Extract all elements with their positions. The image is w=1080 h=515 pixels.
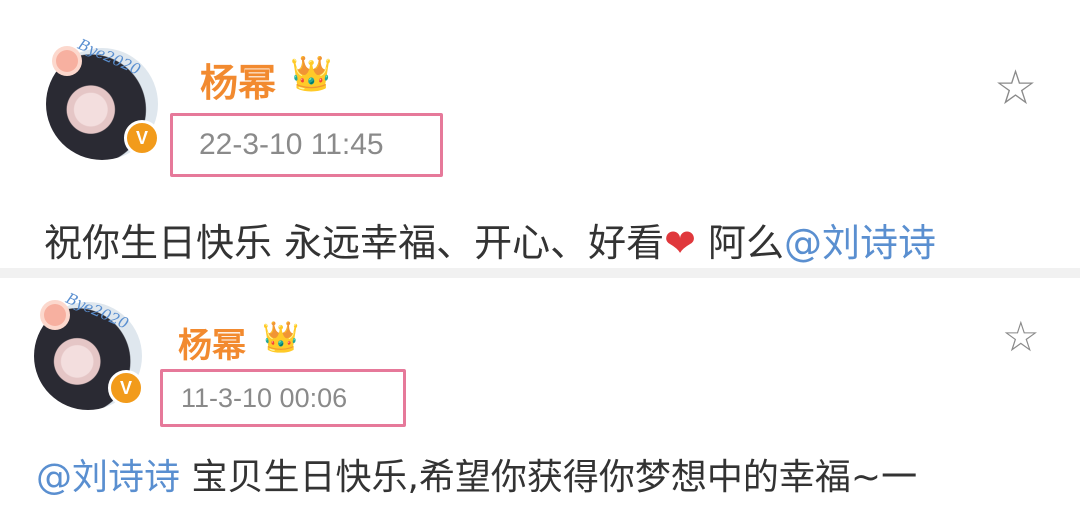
post-text-main: 宝贝生日快乐,希望你获得你梦想中的幸福~一 — [180, 457, 918, 498]
post-text: @刘诗诗 宝贝生日快乐,希望你获得你梦想中的幸福~一 — [36, 448, 917, 500]
post-timestamp: 22-3-10 11:45 — [170, 113, 443, 177]
flower-decoration — [44, 304, 66, 326]
heart-icon: ❤ — [664, 221, 696, 265]
avatar[interactable]: Bye2020 V — [34, 289, 144, 410]
crown-icon: 👑 — [290, 54, 333, 94]
weibo-post: Bye2020 V 杨幂 👑 22-3-10 11:45 ☆ 祝你生日快乐 永远… — [0, 0, 1080, 268]
verified-badge-icon: V — [108, 370, 144, 406]
post-text-nickname: 阿么 — [695, 221, 785, 265]
post-text-main: 祝你生日快乐 永远幸福、开心、好看 — [44, 221, 665, 265]
post-text: 祝你生日快乐 永远幸福、开心、好看❤ 阿么@刘诗诗 — [44, 212, 936, 267]
star-icon[interactable]: ☆ — [1002, 312, 1040, 361]
verified-badge-icon: V — [124, 120, 160, 156]
post-timestamp: 11-3-10 00:06 — [160, 369, 406, 427]
post-divider — [0, 268, 1080, 278]
avatar[interactable]: Bye2020 V — [46, 35, 160, 160]
username[interactable]: 杨幂 — [178, 318, 246, 367]
username[interactable]: 杨幂 — [200, 52, 276, 107]
star-icon[interactable]: ☆ — [994, 60, 1037, 116]
mention-link[interactable]: @刘诗诗 — [36, 457, 180, 498]
mention-link[interactable]: @刘诗诗 — [784, 221, 936, 265]
crown-icon: 👑 — [262, 320, 300, 355]
flower-decoration — [56, 50, 78, 72]
